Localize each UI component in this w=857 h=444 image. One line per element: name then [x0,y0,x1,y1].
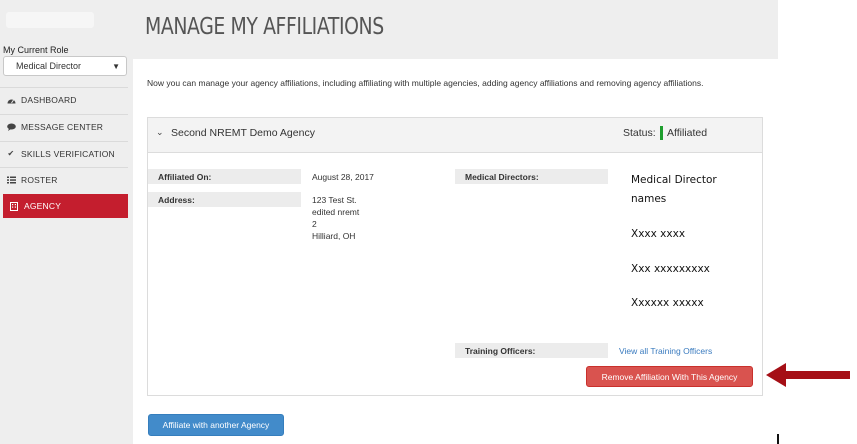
sidebar-item-message-center[interactable]: MESSAGE CENTER [0,114,128,138]
address-value: 123 Test St. edited nremt 2 Hilliard, OH [312,194,359,242]
status-value: Affiliated [667,127,708,139]
sidebar-item-skills-verification[interactable]: ✔ SKILLS VERIFICATION [0,141,128,165]
medical-directors-note: names [631,193,667,205]
address-label: Address: [148,192,301,207]
logo [6,12,94,28]
annotation-arrow-head [766,363,786,387]
sidebar-item-agency[interactable]: AGENCY [3,194,128,218]
speech-bubble-icon [6,123,16,131]
affiliate-another-agency-button[interactable]: Affiliate with another Agency [148,414,284,436]
status-indicator [660,126,663,140]
current-role-value: Medical Director [16,61,82,71]
sidebar-item-dashboard[interactable]: DASHBOARD [0,87,128,111]
caret-down-icon: ▼ [112,61,120,71]
page-title: MANAGE MY AFFILIATIONS [145,14,384,40]
current-role-label: My Current Role [3,45,69,55]
medical-directors-label: Medical Directors: [455,169,608,184]
list-icon [6,176,16,184]
sidebar-item-label: MESSAGE CENTER [21,121,104,132]
address-line: 123 Test St. [312,195,357,205]
current-role-select[interactable]: Medical Director ▼ [3,56,127,76]
affiliated-on-label: Affiliated On: [148,169,301,184]
address-line: edited nremt [312,207,360,217]
building-icon [9,201,19,211]
checkmark-icon: ✔ [7,149,15,158]
intro-text: Now you can manage your agency affiliati… [147,78,704,88]
sidebar-item-roster[interactable]: ROSTER [0,167,128,191]
sidebar-item-label: SKILLS VERIFICATION [21,148,115,159]
sidebar-item-label: DASHBOARD [21,94,77,105]
address-line: 2 [312,219,317,229]
divider [777,434,779,444]
medical-director-name: Xxx xxxxxxxxx [631,263,710,275]
medical-director-name: Xxxxxx xxxxx [631,297,704,309]
dashboard-icon [6,96,16,104]
sidebar-item-label: ROSTER [21,174,58,185]
view-training-officers-link[interactable]: View all Training Officers [619,346,712,356]
medical-directors-note: Medical Director [631,174,717,186]
status-label: Status: [623,127,656,139]
remove-affiliation-button[interactable]: Remove Affiliation With This Agency [586,366,753,387]
chevron-down-icon[interactable]: ⌄ [156,127,164,138]
training-officers-label: Training Officers: [455,343,608,358]
medical-director-name: Xxxx xxxx [631,228,686,240]
agency-name: Second NREMT Demo Agency [171,127,315,139]
annotation-arrow [784,371,850,379]
affiliated-on-value: August 28, 2017 [312,172,374,182]
sidebar-item-label: AGENCY [24,201,62,211]
address-line: Hilliard, OH [312,231,356,241]
